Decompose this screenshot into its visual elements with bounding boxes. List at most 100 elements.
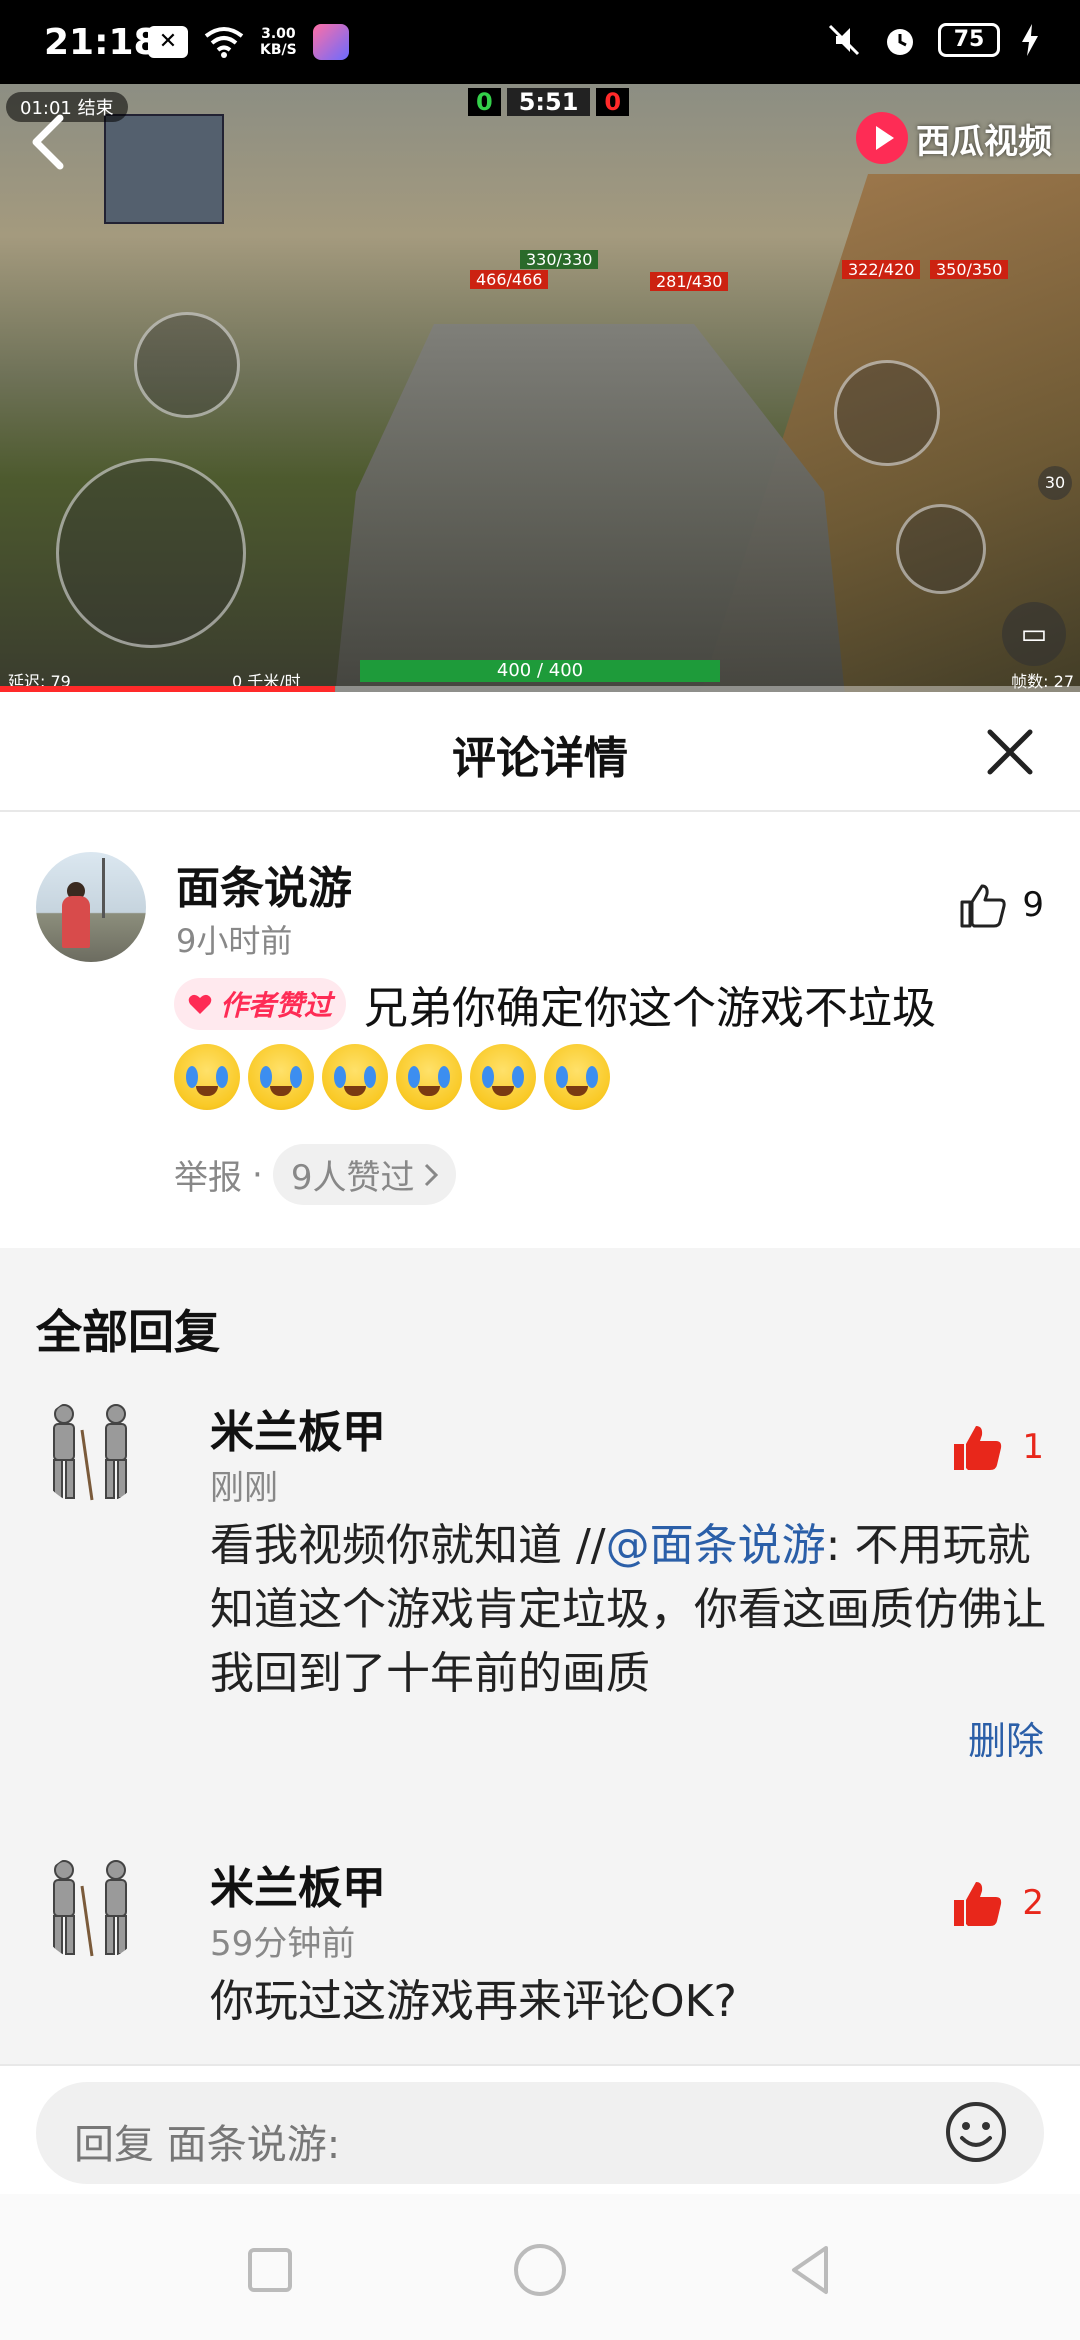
avatar[interactable]: [36, 852, 146, 962]
score-left: 0: [468, 88, 501, 116]
reply-item: 米兰板甲 59分钟前 2 你玩过这游戏再来评论OK?: [0, 1852, 1080, 2072]
crying-laugh-emoji-icon: [174, 1044, 240, 1110]
reply-time: 刚刚: [210, 1468, 278, 1508]
movement-joystick: [56, 458, 246, 648]
crying-laugh-emoji-icon: [248, 1044, 314, 1110]
net-speed: 3.00 KB/S: [260, 26, 297, 58]
reply-time: 59分钟前: [210, 1924, 356, 1964]
enemy-hp-label-4: 350/350: [930, 260, 1009, 279]
mention-link[interactable]: @面条说游: [606, 1520, 826, 1571]
crying-laugh-emoji-icon: [396, 1044, 462, 1110]
ally-hp-label: 330/330: [520, 250, 599, 269]
thumbs-up-filled-icon: [954, 1426, 1002, 1470]
emoji-mouth: [270, 1086, 292, 1096]
alarm-icon: [887, 29, 913, 55]
reply-text: 你玩过这游戏再来评论OK?: [210, 1976, 737, 2027]
likers-button[interactable]: 9人赞过: [272, 1144, 457, 1205]
mute-icon: [828, 24, 860, 56]
emoji-mouth: [492, 1086, 514, 1096]
reply-author[interactable]: 米兰板甲: [210, 1852, 386, 1916]
likers-label: 9人赞过: [290, 1158, 415, 1198]
chevron-right-icon: [425, 1163, 439, 1186]
triangle-back-icon[interactable]: [780, 2240, 840, 2300]
wifi-icon: [204, 27, 244, 58]
player-hp-bar: 400 / 400: [360, 660, 720, 682]
reply-input-bar: 回复 面条说游:: [0, 2064, 1080, 2194]
knights-avatar-image: [53, 1860, 127, 1957]
emoji-mouth: [566, 1086, 588, 1096]
avatar[interactable]: [36, 1852, 146, 1962]
heart-icon: [188, 994, 212, 1014]
video-player[interactable]: 01:01 结束 0 5:51 0 西瓜视频 466/466 330/330 2…: [0, 84, 1080, 692]
reply-like-count: 1: [1022, 1427, 1044, 1467]
comment-text: 兄弟你确定你这个游戏不垃圾: [364, 983, 937, 1034]
comment-author[interactable]: 面条说游: [176, 852, 352, 916]
comment-time: 9小时前: [176, 922, 293, 960]
avatar[interactable]: [36, 1396, 146, 1506]
reply-input[interactable]: 回复 面条说游:: [36, 2082, 1044, 2184]
ammo-count: 30: [1038, 466, 1072, 500]
match-score: 0 5:51 0: [468, 88, 630, 116]
notification-icon: ✕: [148, 26, 188, 58]
report-link[interactable]: 举报: [174, 1150, 242, 1199]
battery-indicator: 75: [938, 23, 1000, 57]
brand-label: 西瓜视频: [916, 121, 1052, 162]
reply-like-count: 2: [1022, 1883, 1044, 1923]
net-speed-value: 3.00: [261, 26, 296, 42]
replies-section: 全部回复 米兰板甲 刚刚 1 看我视频你就知道 //@面条说游: 不用玩就知道这…: [0, 1248, 1080, 2064]
score-right: 0: [596, 88, 630, 116]
reply-author[interactable]: 米兰板甲: [210, 1396, 386, 1460]
status-bar: 21:18 ✕ 3.00 KB/S 75: [0, 0, 1080, 84]
status-left-icons: ✕ 3.00 KB/S: [148, 24, 349, 60]
crying-laugh-emoji-icon: [322, 1044, 388, 1110]
main-comment: 面条说游 9小时前 9 作者赞过 兄弟你确定你这个游戏不垃圾 举报 · 9人赞过: [0, 812, 1080, 1248]
ability-button-left: [134, 312, 240, 418]
reply-like-button[interactable]: 2: [952, 1880, 1044, 1926]
thumbs-up-outline-icon: [960, 884, 1007, 928]
knights-avatar-image: [53, 1404, 127, 1501]
xigua-play-icon: [856, 112, 908, 164]
reply-input-placeholder: 回复 面条说游:: [74, 2122, 341, 2168]
enemy-hp-label: 466/466: [470, 270, 549, 289]
crying-laugh-emoji-icon: [544, 1044, 610, 1110]
circle-icon[interactable]: [510, 2240, 570, 2300]
net-speed-unit: KB/S: [260, 42, 297, 58]
recording-end: 结束: [77, 98, 114, 119]
separator: ·: [252, 1154, 263, 1195]
game-tank: [330, 324, 850, 692]
author-liked-badge: 作者赞过: [174, 978, 347, 1030]
close-icon[interactable]: [980, 722, 1040, 782]
enemy-hp-label-3: 322/420: [842, 260, 921, 279]
ability-button-right: [834, 360, 940, 466]
game-chat-button: ▭: [1002, 602, 1066, 666]
status-right-icons: 75: [826, 22, 1040, 58]
reply-text: 看我视频你就知道 //@面条说游: 不用玩就知道这个游戏肯定垃圾，你看这画质仿佛…: [210, 1514, 1050, 1706]
square-icon[interactable]: [240, 2240, 300, 2300]
comment-actions: 举报 · 9人赞过: [174, 1144, 457, 1205]
emoji-mouth: [344, 1086, 366, 1096]
xigua-video-brand: 西瓜视频: [856, 112, 1052, 164]
like-count: 9: [1022, 885, 1044, 925]
app-shortcut-icon: [312, 24, 349, 60]
match-timer: 5:51: [506, 88, 591, 116]
emoji-mouth: [418, 1086, 440, 1096]
section-title: 全部回复: [36, 1305, 220, 1359]
delete-button[interactable]: 删除: [968, 1710, 1044, 1765]
thumbs-up-filled-icon: [954, 1882, 1002, 1926]
enemy-hp-label-2: 281/430: [650, 272, 729, 291]
like-button[interactable]: 9: [958, 882, 1044, 928]
reply-like-button[interactable]: 1: [952, 1424, 1044, 1470]
binoculars-button: [896, 504, 986, 594]
smiley-icon[interactable]: [944, 2100, 1008, 2164]
reply-item: 米兰板甲 刚刚 1 看我视频你就知道 //@面条说游: 不用玩就知道这个游戏肯定…: [0, 1396, 1080, 1763]
game-minimap: [104, 114, 224, 224]
comment-detail-header: 评论详情: [0, 692, 1080, 812]
charging-icon: [1022, 24, 1038, 56]
system-nav-bar: [0, 2194, 1080, 2340]
comment-body: 作者赞过 兄弟你确定你这个游戏不垃圾: [174, 972, 936, 1036]
avatar-pole: [102, 858, 105, 918]
author-badge-label: 作者赞过: [220, 989, 333, 1022]
chevron-left-icon[interactable]: [28, 112, 68, 172]
emoji-row: [174, 1044, 610, 1110]
page-title: 评论详情: [452, 733, 628, 784]
